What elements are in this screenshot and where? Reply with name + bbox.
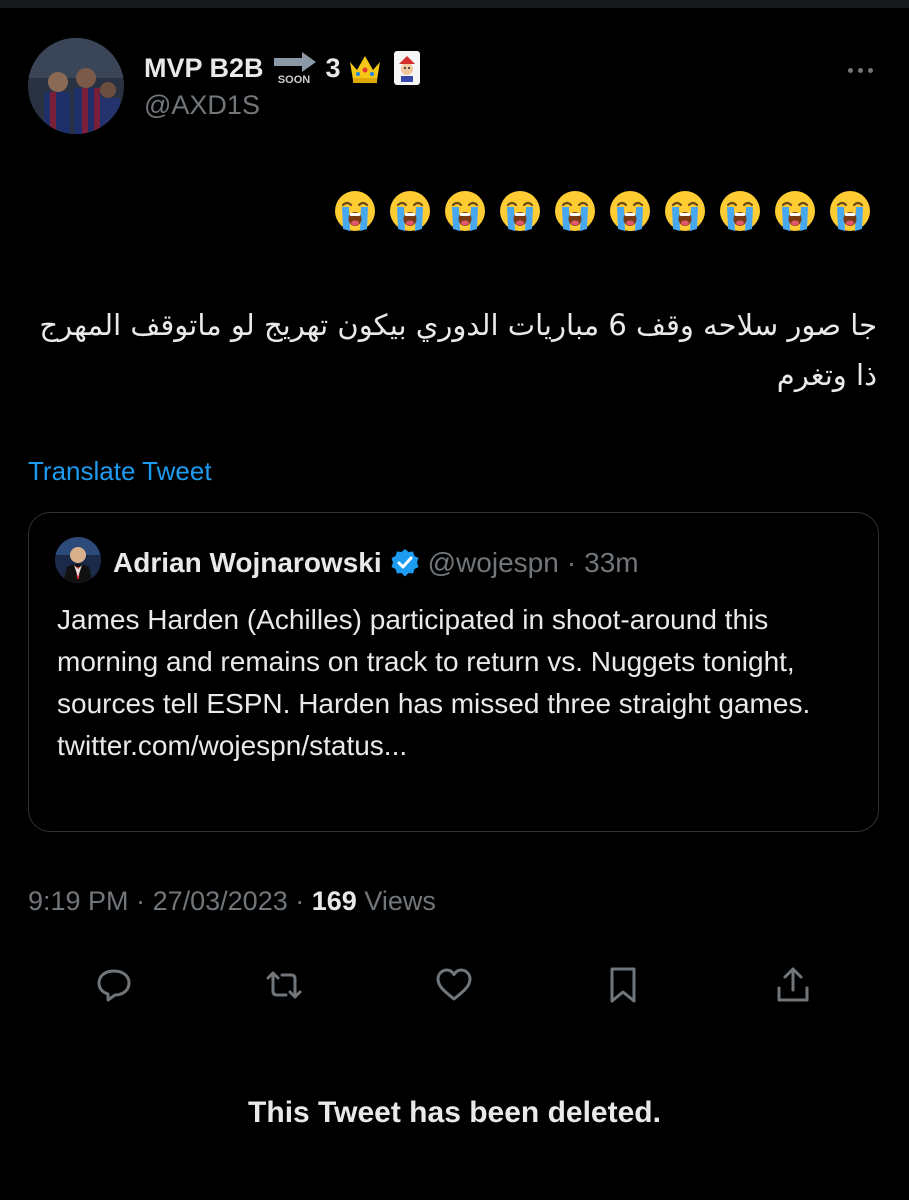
author-name-row[interactable]: MVP B2B SOON 3 (144, 50, 425, 86)
loudly-crying-face-icon (500, 191, 540, 231)
author-handle[interactable]: @AXD1S (144, 90, 260, 121)
tweet-date[interactable]: 27/03/2023 (153, 886, 288, 916)
crying-emoji-row (334, 190, 871, 232)
tweet-meta: 9:19 PM · 27/03/2023 · 169 Views (28, 886, 436, 917)
loudly-crying-face-icon (555, 191, 595, 231)
quoted-tweet-text: James Harden (Achilles) participated in … (57, 604, 811, 761)
retweet-button[interactable] (261, 962, 307, 1008)
more-dot-icon (867, 67, 873, 73)
loudly-crying-face-icon (665, 191, 705, 231)
quoted-author-avatar[interactable] (55, 537, 101, 583)
loudly-crying-face-icon (610, 191, 650, 231)
author-name-suffix: 3 (325, 52, 341, 83)
loudly-crying-face-icon (720, 191, 760, 231)
verified-badge-icon (391, 549, 419, 577)
author-display-name[interactable]: MVP B2B (144, 53, 264, 84)
top-divider (0, 0, 909, 8)
quoted-tweet-card[interactable]: Adrian Wojnarowski @wojespn · 33m James … (28, 512, 879, 832)
bookmark-button[interactable] (600, 962, 646, 1008)
share-icon (777, 967, 809, 1002)
bookmark-icon (610, 967, 636, 1003)
reply-icon (97, 969, 131, 1002)
quoted-tweet-header: Adrian Wojnarowski @wojespn · 33m (113, 543, 639, 583)
loudly-crying-face-icon (830, 191, 870, 231)
share-button[interactable] (770, 962, 816, 1008)
reply-button[interactable] (91, 962, 137, 1008)
like-button[interactable] (431, 962, 477, 1008)
loudly-crying-face-icon (775, 191, 815, 231)
deleted-tweet-notice: This Tweet has been deleted. (248, 1096, 661, 1129)
meta-separator: · (136, 886, 146, 916)
loudly-crying-face-icon (335, 191, 375, 231)
tweet-action-bar (0, 962, 909, 1008)
more-options-button[interactable] (840, 58, 880, 82)
more-dot-icon (857, 67, 863, 73)
views-count: 169 (311, 886, 357, 916)
crown-icon (347, 50, 383, 86)
quoted-author-handle[interactable]: @wojespn (428, 547, 559, 579)
tweet-text: جا صور سلاحه وقف 6 مباريات الدوري بيكون … (39, 308, 877, 392)
author-avatar[interactable] (28, 38, 124, 134)
retweet-icon (266, 971, 302, 999)
like-icon (436, 968, 472, 1001)
translate-tweet-link[interactable]: Translate Tweet (28, 456, 212, 487)
meta-separator: · (295, 886, 305, 916)
joker-card-icon (389, 50, 425, 86)
quoted-timestamp[interactable]: 33m (584, 547, 638, 579)
loudly-crying-face-icon (445, 191, 485, 231)
quoted-separator: · (566, 547, 577, 578)
views-label: Views (364, 886, 436, 916)
soon-label: SOON (277, 74, 309, 86)
quoted-author-name[interactable]: Adrian Wojnarowski (113, 547, 382, 579)
tweet-time[interactable]: 9:19 PM (28, 886, 129, 916)
more-dot-icon (847, 67, 853, 73)
loudly-crying-face-icon (390, 191, 430, 231)
soon-arrow-icon: SOON (270, 50, 320, 86)
